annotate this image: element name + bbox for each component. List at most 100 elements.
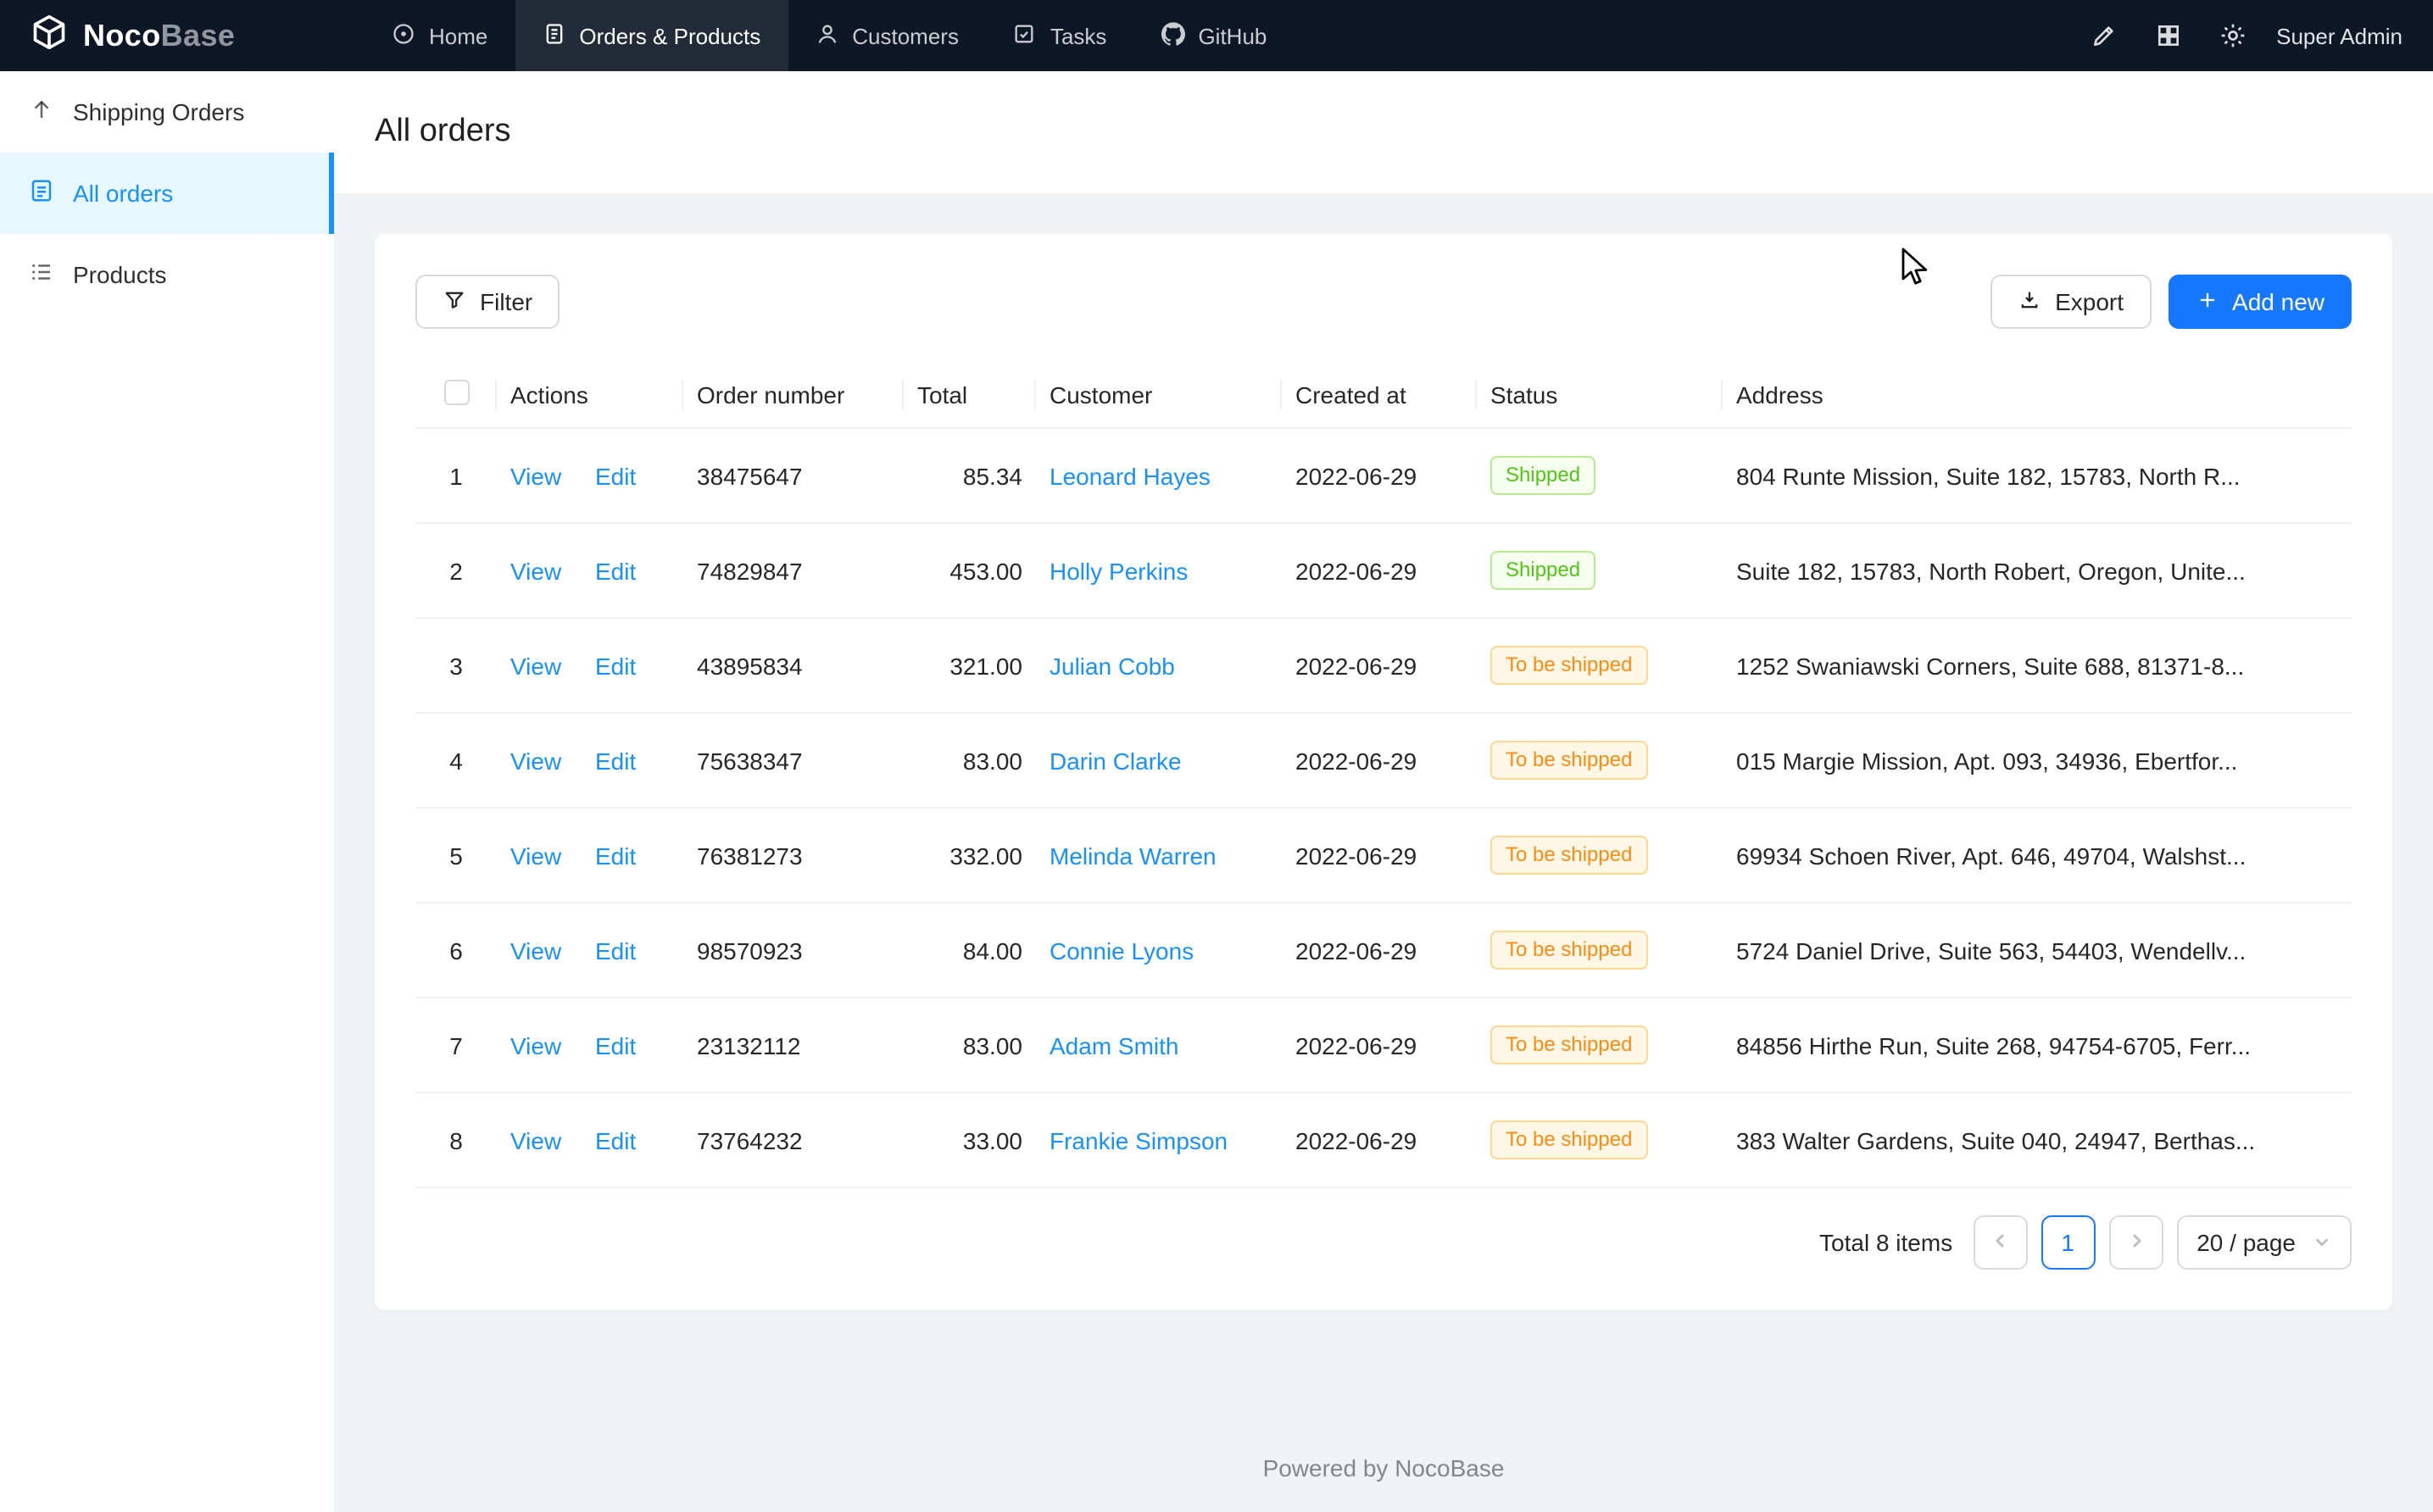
customer-link[interactable]: Darin Clarke <box>1049 747 1182 774</box>
user-name: Super Admin <box>2276 23 2402 48</box>
view-link[interactable]: View <box>510 462 561 489</box>
add-new-button-label: Add new <box>2232 288 2324 315</box>
created-at-cell: 2022-06-29 <box>1282 998 1477 1092</box>
total-cell: 33.00 <box>904 1092 1036 1187</box>
sidebar-item-shipping-orders[interactable]: Shipping Orders <box>0 71 334 153</box>
nav-item-tasks[interactable]: Tasks <box>986 0 1133 71</box>
table-row: 4 View Edit 75638347 83.00 Darin Clarke … <box>415 713 2352 808</box>
order-number-cell: 73764232 <box>683 1092 904 1187</box>
export-button-label: Export <box>2055 288 2124 315</box>
mouse-cursor-icon <box>1901 247 1929 288</box>
filter-button-label: Filter <box>480 288 532 315</box>
user-menu[interactable]: Super Admin <box>2276 0 2433 71</box>
total-cell: 332.00 <box>904 808 1036 903</box>
orders-card: Filter Export <box>375 234 2392 1310</box>
table-row: 5 View Edit 76381273 332.00 Melinda Warr… <box>415 808 2352 903</box>
created-at-cell: 2022-06-29 <box>1282 713 1477 808</box>
edit-link[interactable]: Edit <box>595 462 636 489</box>
column-header-created-at: Created at <box>1282 363 1477 428</box>
status-badge: To be shipped <box>1490 646 1647 685</box>
view-link[interactable]: View <box>510 1031 561 1059</box>
pagination-total: Total 8 items <box>1819 1229 1952 1256</box>
row-index: 3 <box>449 652 463 679</box>
orders-table-body: 1 View Edit 38475647 85.34 Leonard Hayes… <box>415 428 2352 1187</box>
customer-link[interactable]: Julian Cobb <box>1049 652 1175 679</box>
app-root: NocoBase Home Orders & Products Customer… <box>0 0 2433 1512</box>
customer-link[interactable]: Melinda Warren <box>1049 842 1216 869</box>
filter-button[interactable]: Filter <box>415 275 560 329</box>
order-number-cell: 76381273 <box>683 808 904 903</box>
row-index: 6 <box>449 937 463 964</box>
status-badge: To be shipped <box>1490 836 1647 875</box>
export-icon <box>2018 287 2041 316</box>
row-index: 7 <box>449 1031 463 1059</box>
row-index: 5 <box>449 842 463 869</box>
column-header-status: Status <box>1477 363 1723 428</box>
status-badge: To be shipped <box>1490 931 1647 970</box>
column-header-address: Address <box>1723 363 2352 428</box>
total-cell: 85.34 <box>904 428 1036 523</box>
select-all-checkbox[interactable] <box>443 380 469 405</box>
table-row: 3 View Edit 43895834 321.00 Julian Cobb … <box>415 618 2352 713</box>
edit-link[interactable]: Edit <box>595 937 636 964</box>
order-number-cell: 98570923 <box>683 903 904 998</box>
page-size-value: 20 / page <box>2196 1229 2296 1256</box>
total-cell: 83.00 <box>904 713 1036 808</box>
customer-link[interactable]: Leonard Hayes <box>1049 462 1211 489</box>
arrow-up-icon <box>29 97 54 127</box>
nav-item-label: Tasks <box>1050 23 1106 48</box>
view-link[interactable]: View <box>510 747 561 774</box>
view-link[interactable]: View <box>510 937 561 964</box>
next-page-button[interactable] <box>2108 1215 2163 1270</box>
customer-link[interactable]: Adam Smith <box>1049 1031 1179 1059</box>
address-cell: 69934 Schoen River, Apt. 646, 49704, Wal… <box>1723 808 2352 903</box>
github-icon <box>1161 21 1184 50</box>
edit-link[interactable]: Edit <box>595 652 636 679</box>
customer-link[interactable]: Connie Lyons <box>1049 937 1194 964</box>
export-button[interactable]: Export <box>1990 275 2151 329</box>
nocobase-logo-icon <box>31 13 68 58</box>
order-number-cell: 43895834 <box>683 618 904 713</box>
table-header-row: Actions Order number Total Customer Crea… <box>415 363 2352 428</box>
page-size-select[interactable]: 20 / page <box>2176 1215 2352 1270</box>
prev-page-button[interactable] <box>1973 1215 2027 1270</box>
table-row: 6 View Edit 98570923 84.00 Connie Lyons … <box>415 903 2352 998</box>
main-menu: Home Orders & Products Customers Tasks <box>365 0 1294 71</box>
table-row: 7 View Edit 23132112 83.00 Adam Smith 20… <box>415 998 2352 1092</box>
customer-link[interactable]: Frankie Simpson <box>1049 1126 1228 1153</box>
customer-link[interactable]: Holly Perkins <box>1049 557 1188 584</box>
powered-by-footer: Powered by NocoBase <box>334 1407 2433 1512</box>
edit-link[interactable]: Edit <box>595 842 636 869</box>
all-orders-icon <box>29 178 54 208</box>
view-link[interactable]: View <box>510 652 561 679</box>
nav-item-label: Orders & Products <box>579 23 760 48</box>
page-number-button[interactable]: 1 <box>2040 1215 2095 1270</box>
order-number-cell: 74829847 <box>683 523 904 618</box>
nav-item-orders-products[interactable]: Orders & Products <box>515 0 788 71</box>
sidebar-item-all-orders[interactable]: All orders <box>0 153 334 234</box>
address-cell: 5724 Daniel Drive, Suite 563, 54403, Wen… <box>1723 903 2352 998</box>
nav-item-home[interactable]: Home <box>365 0 515 71</box>
column-header-customer: Customer <box>1036 363 1282 428</box>
design-pen-icon[interactable] <box>2090 22 2117 49</box>
table-row: 1 View Edit 38475647 85.34 Leonard Hayes… <box>415 428 2352 523</box>
nocobase-logo[interactable]: NocoBase <box>0 0 365 71</box>
chevron-down-icon <box>2313 1229 2331 1256</box>
view-link[interactable]: View <box>510 1126 561 1153</box>
home-icon <box>392 21 415 50</box>
nav-item-github[interactable]: GitHub <box>1133 0 1294 71</box>
nav-item-customers[interactable]: Customers <box>788 0 986 71</box>
view-link[interactable]: View <box>510 557 561 584</box>
view-link[interactable]: View <box>510 842 561 869</box>
row-index: 1 <box>449 462 463 489</box>
chevron-left-icon <box>1990 1230 2010 1255</box>
settings-gear-icon[interactable] <box>2219 22 2246 49</box>
plugin-blocks-icon[interactable] <box>2154 22 2181 49</box>
edit-link[interactable]: Edit <box>595 747 636 774</box>
edit-link[interactable]: Edit <box>595 1031 636 1059</box>
edit-link[interactable]: Edit <box>595 1126 636 1153</box>
created-at-cell: 2022-06-29 <box>1282 903 1477 998</box>
edit-link[interactable]: Edit <box>595 557 636 584</box>
sidebar-item-products[interactable]: Products <box>0 234 334 315</box>
add-new-button[interactable]: Add new <box>2168 275 2352 329</box>
